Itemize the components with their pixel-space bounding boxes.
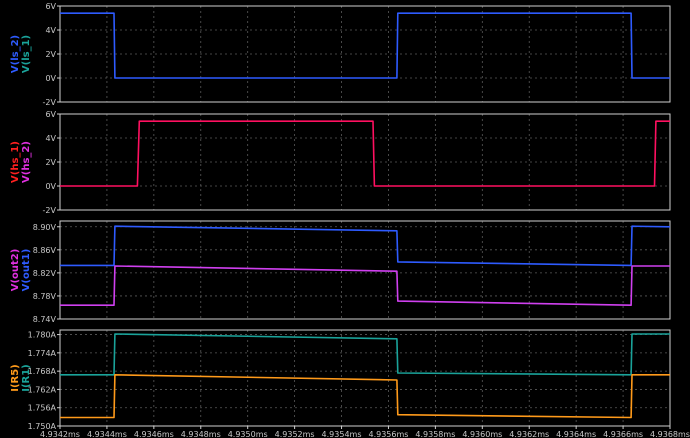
y-tick-label: 1.774A [28, 349, 57, 358]
y-tick-label: 4V [45, 26, 56, 35]
trace-v-out1-[interactable] [60, 225, 671, 267]
y-tick-label: 6V [45, 110, 56, 119]
trace-i-r5-[interactable] [60, 373, 670, 419]
x-tick-label: 4.9346ms [134, 430, 174, 438]
x-tick-label: 4.9366ms [603, 430, 643, 438]
x-tick-label: 4.9356ms [368, 430, 408, 438]
y-tick-label: 8.86V [33, 246, 57, 255]
x-tick-label: 4.9342ms [40, 430, 80, 438]
x-tick-label: 4.9350ms [228, 430, 268, 438]
trace-label-i-r1-[interactable]: I(R1) [21, 364, 32, 392]
x-tick-label: 4.9344ms [87, 430, 127, 438]
waveform-viewer[interactable]: -2V 0V 2V 4V 6V V(ls_2) V(ls_1) -2V 0V 2V 4V 6V V(hs… [0, 0, 690, 438]
trace-label-v-ls-2-[interactable]: V(ls_2) [10, 35, 21, 73]
panel-frame [59, 329, 671, 427]
x-tick-label: 4.9348ms [181, 430, 221, 438]
trace-label-v-hs-1-[interactable]: V(hs_1) [10, 141, 21, 183]
y-tick-label: 4V [45, 134, 56, 143]
trace-v-out2-[interactable] [60, 265, 670, 307]
y-tick-label: 2V [45, 158, 56, 167]
y-tick-label: 0V [45, 74, 56, 83]
x-tick-label: 4.9368ms [650, 430, 690, 438]
x-tick-label: 4.9358ms [415, 430, 455, 438]
y-tick-label: 8.82V [33, 269, 57, 278]
trace-i-r1-[interactable] [60, 333, 670, 376]
trace-label-v-ls-1-[interactable]: V(ls_1) [21, 35, 32, 73]
x-tick-label: 4.9362ms [509, 430, 549, 438]
y-tick-label: 0V [45, 182, 56, 191]
trace-v-ls-2-[interactable] [60, 12, 670, 79]
y-tick-label: 2V [45, 50, 56, 59]
x-tick-label: 4.9352ms [275, 430, 315, 438]
x-tick-label: 4.9360ms [462, 430, 502, 438]
y-tick-label: 8.90V [33, 223, 57, 232]
trace-label-v-hs-2-[interactable]: V(hs_2) [21, 141, 32, 183]
y-tick-label: 6V [45, 2, 56, 11]
trace-v-hs-1-[interactable] [60, 120, 670, 187]
trace-label-v-out2-[interactable]: V(out2) [10, 249, 21, 292]
y-tick-label: 1.756A [28, 404, 57, 413]
y-tick-label: -2V [43, 98, 57, 107]
x-tick-label: 4.9354ms [322, 430, 362, 438]
y-tick-label: 8.74V [33, 315, 57, 324]
y-tick-label: -2V [43, 206, 57, 215]
trace-label-i-r5-[interactable]: I(R5) [10, 364, 21, 392]
x-tick-label: 4.9364ms [556, 430, 596, 438]
y-tick-label: 8.78V [33, 292, 57, 301]
y-tick-label: 1.780A [28, 331, 57, 340]
trace-label-v-out1-[interactable]: V(out1) [21, 249, 32, 292]
